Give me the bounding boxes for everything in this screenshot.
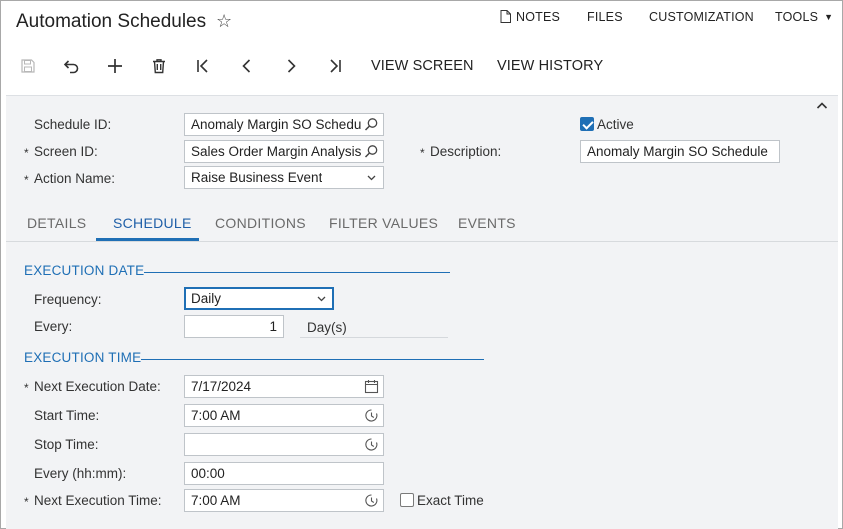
- required-marker: *: [24, 381, 29, 395]
- search-icon[interactable]: [364, 117, 379, 132]
- page-title: Automation Schedules: [16, 11, 207, 32]
- notes-link[interactable]: NOTES: [500, 10, 560, 24]
- files-link[interactable]: FILES: [587, 10, 623, 24]
- frequency-value: Daily: [191, 291, 222, 306]
- search-icon[interactable]: [364, 144, 379, 159]
- screen-id-field[interactable]: Sales Order Margin Analysis: [184, 140, 384, 163]
- next-execution-date-value: 7/17/2024: [191, 379, 252, 394]
- tab-bar-divider: [6, 241, 838, 242]
- caret-down-icon: ▼: [824, 12, 834, 22]
- customization-link[interactable]: CUSTOMIZATION: [649, 10, 754, 24]
- active-checkbox[interactable]: [580, 117, 594, 131]
- next-execution-date-label: Next Execution Date:: [34, 379, 161, 394]
- unit-underline: [300, 337, 448, 338]
- calendar-icon[interactable]: [364, 379, 379, 394]
- tab-conditions[interactable]: CONDITIONS: [215, 215, 306, 231]
- undo-icon[interactable]: [60, 55, 82, 77]
- tab-filter-values[interactable]: FILTER VALUES: [329, 215, 438, 231]
- chevron-down-icon: [317, 296, 326, 302]
- execution-date-heading: EXECUTION DATE: [24, 263, 145, 278]
- required-marker: *: [420, 146, 425, 160]
- note-icon: [500, 10, 511, 23]
- action-name-value: Raise Business Event: [191, 170, 323, 185]
- clock-icon[interactable]: [364, 493, 379, 508]
- view-history-button[interactable]: VIEW HISTORY: [497, 58, 603, 74]
- section-divider: [144, 272, 450, 273]
- description-value: Anomaly Margin SO Schedule: [587, 144, 768, 159]
- next-execution-time-field[interactable]: 7:00 AM: [184, 489, 384, 512]
- start-time-value: 7:00 AM: [191, 408, 241, 423]
- every-days-field[interactable]: 1: [184, 315, 284, 338]
- active-label: Active: [597, 117, 634, 132]
- last-record-icon[interactable]: [324, 55, 346, 77]
- stop-time-field[interactable]: [184, 433, 384, 456]
- required-marker: *: [24, 495, 29, 509]
- view-screen-button[interactable]: VIEW SCREEN: [371, 58, 474, 74]
- description-label: Description:: [430, 144, 502, 159]
- next-record-icon[interactable]: [280, 55, 302, 77]
- schedule-id-value: Anomaly Margin SO Schedule: [191, 117, 361, 132]
- start-time-label: Start Time:: [34, 408, 100, 423]
- screen-id-label: Screen ID:: [34, 144, 98, 159]
- tools-menu-label: TOOLS: [775, 10, 819, 24]
- clock-icon[interactable]: [364, 437, 379, 452]
- delete-icon[interactable]: [148, 55, 170, 77]
- schedule-id-field[interactable]: Anomaly Margin SO Schedule: [184, 113, 384, 136]
- every-unit-label: Day(s): [307, 320, 347, 335]
- required-marker: *: [24, 173, 29, 187]
- tab-events[interactable]: EVENTS: [458, 215, 516, 231]
- description-field[interactable]: Anomaly Margin SO Schedule: [580, 140, 780, 163]
- notes-link-label: NOTES: [516, 10, 561, 24]
- frequency-select[interactable]: Daily: [184, 287, 334, 310]
- previous-record-icon[interactable]: [236, 55, 258, 77]
- action-name-label: Action Name:: [34, 171, 116, 186]
- tools-menu[interactable]: TOOLS ▼: [775, 10, 833, 24]
- execution-time-heading: EXECUTION TIME: [24, 350, 142, 365]
- next-execution-time-value: 7:00 AM: [191, 493, 241, 508]
- frequency-label: Frequency:: [34, 292, 102, 307]
- next-execution-time-label: Next Execution Time:: [34, 493, 162, 508]
- active-tab-indicator: [96, 238, 199, 241]
- exact-time-checkbox[interactable]: [400, 493, 414, 507]
- next-execution-date-field[interactable]: 7/17/2024: [184, 375, 384, 398]
- clock-icon[interactable]: [364, 408, 379, 423]
- tab-details[interactable]: DETAILS: [27, 215, 86, 231]
- add-icon[interactable]: [104, 55, 126, 77]
- favorite-star-icon[interactable]: ☆: [216, 11, 232, 32]
- every-hhmm-label: Every (hh:mm):: [34, 466, 127, 481]
- every-days-value: 1: [269, 319, 277, 334]
- chevron-up-icon[interactable]: [814, 98, 830, 114]
- chevron-down-icon: [367, 175, 376, 181]
- screen-id-value: Sales Order Margin Analysis: [191, 144, 361, 159]
- first-record-icon[interactable]: [192, 55, 214, 77]
- required-marker: *: [24, 146, 29, 160]
- start-time-field[interactable]: 7:00 AM: [184, 404, 384, 427]
- save-icon[interactable]: [17, 55, 39, 77]
- schedule-id-label: Schedule ID:: [34, 117, 112, 132]
- tab-schedule[interactable]: SCHEDULE: [113, 215, 192, 231]
- every-label: Every:: [34, 319, 73, 334]
- exact-time-label: Exact Time: [417, 493, 484, 508]
- stop-time-label: Stop Time:: [34, 437, 99, 452]
- action-name-select[interactable]: Raise Business Event: [184, 166, 384, 189]
- section-divider: [141, 359, 484, 360]
- every-hhmm-value: 00:00: [191, 466, 225, 481]
- every-hhmm-field[interactable]: 00:00: [184, 462, 384, 485]
